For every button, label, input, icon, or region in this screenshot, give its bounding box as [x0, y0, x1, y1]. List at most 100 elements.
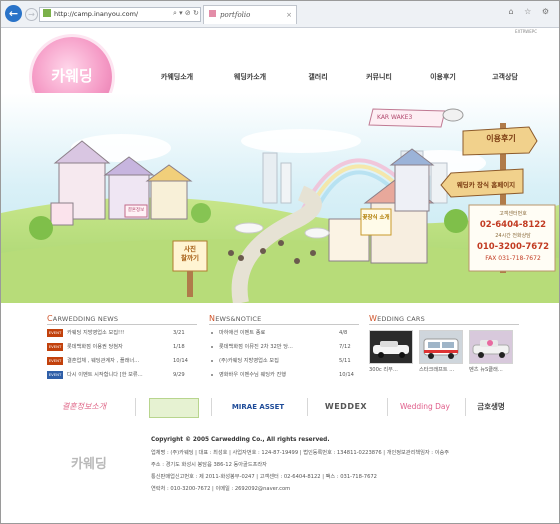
top-tiny-text: EXTRWEPC: [515, 29, 537, 34]
hero-post-sign-line2: 찰까기: [181, 254, 199, 262]
news-divider: [47, 324, 197, 325]
car-thumbnail[interactable]: [469, 330, 513, 364]
notice-date: 5/11: [339, 358, 351, 364]
notice-date: 10/14: [339, 372, 354, 378]
event-badge: EVENT: [47, 329, 63, 337]
hero-phone-24h: 24시간 전화상담: [495, 233, 531, 239]
footer-contact: 연락처 : 010-3200-7672 | 이메일 : 2692092@nave…: [151, 486, 291, 492]
bullet-icon: [211, 374, 213, 376]
notice-row[interactable]: (주)카웨딩 지방영업소 모집 5/11: [211, 355, 361, 367]
divider: [465, 398, 466, 416]
partner-wedding-day[interactable]: Wedding Day: [393, 400, 457, 414]
footer-address: 주소 : 경기도 화성시 봉담읍 386-12 동아골드프라자: [151, 462, 267, 468]
notice-row[interactable]: 마하애션 이벤트 종료 4/8: [211, 327, 361, 339]
partner-weddex[interactable]: WEDDEX: [317, 400, 375, 414]
nav-item-consult[interactable]: 고객상담: [487, 72, 523, 84]
news-date: 3/21: [173, 330, 185, 336]
partner-kumho-life[interactable]: 금호생명: [471, 400, 511, 414]
hero-scene: [1, 93, 559, 303]
hero-phone-label: 고객센터번호: [499, 211, 527, 217]
hero-sign-homepage[interactable]: 웨딩카 장식 홈페이지: [447, 179, 525, 189]
hero-phone-board: 고객센터번호 02-6404-8122 24시간 전화상담 010-3200-7…: [471, 209, 555, 264]
hero-banner: KAR WAKE3: [377, 114, 413, 121]
nav-item-review[interactable]: 이용후기: [425, 72, 461, 84]
forward-icon[interactable]: →: [25, 8, 38, 21]
address-url: http://camp.inanyou.com/: [54, 10, 139, 18]
nav-item-gallery[interactable]: 갤러리: [301, 72, 335, 84]
news-title[interactable]: 다시 이벤트 시작합니다 [한 보류...: [67, 369, 162, 381]
news-row[interactable]: EVENT 카웨딩 지방영업소 모집!!! 3/21: [47, 327, 197, 339]
footer-logo: 카웨딩: [71, 457, 107, 472]
back-icon[interactable]: ←: [5, 5, 22, 22]
partner-wedding-info[interactable]: 결혼정보소개: [47, 400, 121, 414]
divider: [211, 398, 212, 416]
event-badge: EVENT: [47, 343, 63, 351]
partner-banners: 결혼정보소개 MIRAE ASSET WEDDEX Wedding Day 금호…: [41, 394, 529, 420]
car-image: [470, 331, 512, 363]
notice-divider: [209, 324, 359, 325]
news-title[interactable]: 롯데백화점 이용권 당첨자: [67, 341, 162, 353]
browser-window: ← → http://camp.inanyou.com/ ⌕ ▾ ⊘ ↻ por…: [0, 0, 560, 524]
news-date: 10/14: [173, 358, 188, 364]
footer-company-info: 업체명 : (주)카웨딩 | 대표 : 최성호 | 사업자번호 : 124-87…: [151, 450, 450, 456]
car-caption[interactable]: 스타크래프트 ...: [419, 366, 471, 373]
footer-copyright: Copyright © 2005 Carwedding Co., All rig…: [151, 437, 330, 443]
partner-green-banner[interactable]: [149, 398, 199, 418]
notice-row[interactable]: 롯데백화점 이뮤진 2차 32만 당... 7/12: [211, 341, 361, 353]
car-image: [420, 331, 462, 363]
notice-title[interactable]: 롯데백화점 이뮤진 2차 32만 당...: [219, 341, 329, 353]
news-title[interactable]: 결혼업체 , 웨딩관계자 , 플래너...: [67, 355, 162, 367]
notice-date: 7/12: [339, 344, 351, 350]
tab-close-icon[interactable]: ×: [286, 6, 292, 24]
news-title[interactable]: 카웨딩 지방영업소 모집!!!: [67, 327, 162, 339]
news-date: 9/29: [173, 372, 185, 378]
tab-title: portfolio: [220, 11, 251, 19]
divider: [307, 398, 308, 416]
car-thumbnail[interactable]: [419, 330, 463, 364]
car-caption[interactable]: 300c 리무...: [369, 366, 421, 373]
hero-house-sign-center: 꽃장식 소개: [362, 215, 390, 221]
notice-title[interactable]: (주)카웨딩 지방영업소 모집: [219, 355, 329, 367]
event-badge: EVENT: [47, 371, 63, 379]
notice-section-title: NEWS&NOTICE: [209, 314, 262, 323]
nav-item-weddingcar[interactable]: 웨딩카소개: [230, 72, 270, 84]
notice-row[interactable]: 영화바우 이벤수님 웨딩카 진행 10/14: [211, 369, 361, 381]
hero-phone-fax: FAX 031-718-7672: [485, 255, 541, 262]
hero-phone-mobile: 010-3200-7672: [476, 242, 550, 252]
site-favicon-icon: [43, 9, 51, 17]
car-thumbnail[interactable]: [369, 330, 413, 364]
news-row[interactable]: EVENT 다시 이벤트 시작합니다 [한 보류... 9/29: [47, 369, 197, 381]
hero-illustration: 이용후기 웨딩카 장식 홈페이지 KAR WAKE3 결혼정보 꽃장식 소개 사…: [1, 93, 559, 303]
bullet-icon: [211, 346, 213, 348]
bullet-icon: [211, 360, 213, 362]
divider: [387, 398, 388, 416]
browser-menu-icons[interactable]: ⌂ ☆ ⚙: [508, 7, 553, 16]
notice-date: 4/8: [339, 330, 348, 336]
divider: [135, 398, 136, 416]
cars-section-title: WEDDING CARS: [369, 314, 425, 323]
nav-item-company[interactable]: 카웨딩소개: [157, 72, 197, 84]
notice-title[interactable]: 영화바우 이벤수님 웨딩카 진행: [219, 369, 329, 381]
news-section-title: CARWEDDING NEWS: [47, 314, 119, 323]
notice-title[interactable]: 마하애션 이벤트 종료: [219, 327, 329, 339]
logo-text: 카웨딩: [51, 67, 93, 85]
partner-mirae-asset[interactable]: MIRAE ASSET: [223, 400, 293, 414]
tab-favicon-icon: [209, 10, 216, 17]
car-caption[interactable]: 벤츠 뉴S클래...: [469, 366, 529, 373]
browser-tab[interactable]: portfolio ×: [203, 5, 297, 24]
browser-toolbar: ← → http://camp.inanyou.com/ ⌕ ▾ ⊘ ↻ por…: [1, 1, 559, 28]
news-row[interactable]: EVENT 롯데백화점 이용권 당첨자 1/18: [47, 341, 197, 353]
hero-post-sign-line1: 사진: [184, 245, 196, 253]
cars-divider: [369, 324, 519, 325]
bullet-icon: [211, 332, 213, 334]
hero-sign-review[interactable]: 이용후기: [471, 133, 531, 144]
news-date: 1/18: [173, 344, 185, 350]
car-image: [370, 331, 412, 363]
news-row[interactable]: EVENT 결혼업체 , 웨딩관계자 , 플래너... 10/14: [47, 355, 197, 367]
footer-business-info: 통신판매업신고번호 : 제 2011-화성봉부-0247 | 고객센터 : 02…: [151, 474, 377, 480]
hero-post-sign[interactable]: 사진 찰까기: [173, 245, 207, 263]
hero-house-sign-left: 결혼정보: [127, 208, 145, 213]
nav-item-community[interactable]: 커뮤니티: [361, 72, 397, 84]
hero-phone-main: 02-6404-8122: [479, 220, 547, 230]
event-badge: EVENT: [47, 357, 63, 365]
